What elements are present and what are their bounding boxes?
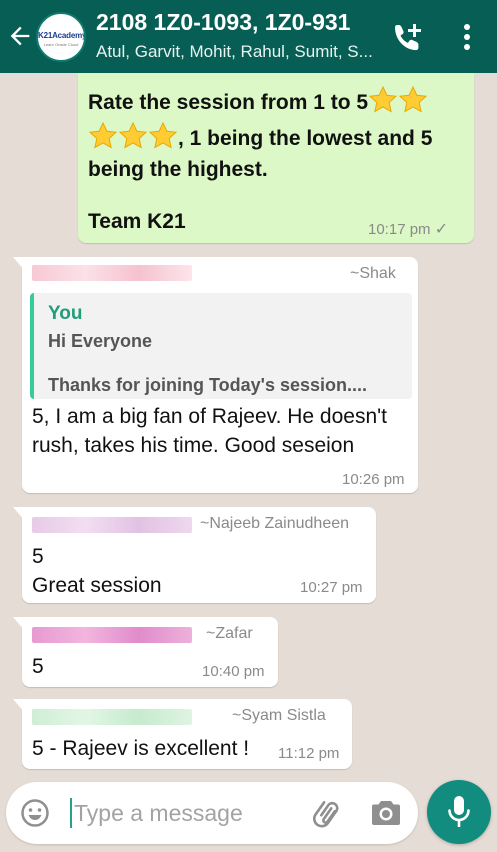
message-time: 10:40 pm bbox=[202, 663, 265, 680]
message-text-line: 5, I am a big fan of Rajeev. He doesn't bbox=[32, 405, 387, 428]
message-text-line: being the highest. bbox=[88, 158, 268, 181]
redacted-sender-phone bbox=[32, 709, 192, 725]
avatar-logo-subtext: Learn Oracle Cloud bbox=[43, 42, 79, 47]
chat-header: K21Academy Learn Oracle Cloud 2108 1Z0-1… bbox=[0, 0, 497, 73]
message-time: 11:12 pm bbox=[278, 745, 340, 762]
quote-author: You bbox=[48, 303, 83, 324]
chat-members[interactable]: Atul, Garvit, Mohit, Rahul, Sumit, S... bbox=[96, 42, 386, 62]
paperclip-icon[interactable] bbox=[312, 797, 344, 829]
bubble-tail bbox=[13, 257, 25, 271]
message-text-line: Great session bbox=[32, 573, 162, 597]
mic-icon bbox=[448, 796, 470, 827]
message-text-line: Rate the session from 1 to 5 bbox=[88, 85, 468, 119]
redacted-sender-phone bbox=[32, 627, 192, 643]
message-time: 10:27 pm bbox=[300, 579, 363, 596]
sent-tick-icon: ✓ bbox=[434, 221, 449, 238]
avatar[interactable]: K21Academy Learn Oracle Cloud bbox=[36, 12, 86, 62]
message-text-line: 5 bbox=[32, 545, 44, 568]
star-emoji-icon bbox=[118, 121, 148, 148]
star-emoji-icon bbox=[148, 121, 178, 148]
incoming-message[interactable]: ~Zafar 5 10:40 pm bbox=[13, 617, 278, 687]
message-text-line: 5 bbox=[32, 655, 44, 678]
sender-name: ~Syam Sistla bbox=[232, 707, 326, 724]
add-call-icon[interactable] bbox=[390, 20, 426, 54]
outgoing-message[interactable]: Rate the session from 1 to 5 , 1 being t… bbox=[78, 73, 474, 243]
chat-title[interactable]: 2108 1Z0-1093, 1Z0-931 bbox=[96, 9, 386, 36]
bubble-tail bbox=[13, 699, 25, 713]
sender-name: ~Najeeb Zainudheen bbox=[200, 515, 350, 532]
incoming-message[interactable]: ~Najeeb Zainudheen 5 Great session 10:27… bbox=[13, 507, 376, 603]
quote-text-line: Hi Everyone bbox=[48, 331, 153, 351]
message-time: 10:26 pm bbox=[342, 471, 405, 488]
bubble-tail bbox=[13, 617, 25, 631]
more-vert-icon[interactable] bbox=[456, 22, 478, 52]
sender-name: ~Zafar bbox=[206, 625, 253, 642]
star-emoji-icon bbox=[88, 121, 118, 148]
incoming-message[interactable]: ~Syam Sistla 5 - Rajeev is excellent ! 1… bbox=[13, 699, 352, 769]
sender-name: ~Shak bbox=[350, 265, 396, 282]
star-emoji-icon bbox=[368, 85, 398, 113]
quoted-message[interactable]: You Hi Everyone Thanks for joining Today… bbox=[30, 293, 412, 399]
avatar-logo-text: K21Academy bbox=[38, 31, 86, 40]
message-input[interactable] bbox=[74, 794, 294, 832]
incoming-message[interactable]: ~Shak You Hi Everyone Thanks for joining… bbox=[13, 257, 418, 493]
message-time: 10:17 pm ✓ bbox=[368, 221, 449, 238]
quote-text-line: Thanks for joining Today's session.... bbox=[48, 375, 367, 395]
camera-icon[interactable] bbox=[370, 798, 402, 828]
message-text-line: , 1 being the lowest and 5 bbox=[88, 121, 468, 155]
redacted-sender-phone bbox=[32, 265, 192, 281]
back-arrow-icon[interactable] bbox=[6, 22, 34, 50]
text-cursor bbox=[70, 798, 72, 828]
message-composer bbox=[6, 782, 418, 844]
chat-area[interactable]: Rate the session from 1 to 5 , 1 being t… bbox=[0, 73, 497, 773]
emoji-icon[interactable] bbox=[20, 798, 50, 828]
message-text-line: 5 - Rajeev is excellent ! bbox=[32, 737, 250, 760]
message-text-line: rush, takes his time. Good seseion bbox=[32, 433, 355, 457]
redacted-sender-phone bbox=[32, 517, 192, 533]
star-emoji-icon bbox=[398, 85, 428, 113]
bubble-tail bbox=[13, 507, 25, 521]
voice-record-button[interactable] bbox=[427, 780, 491, 844]
